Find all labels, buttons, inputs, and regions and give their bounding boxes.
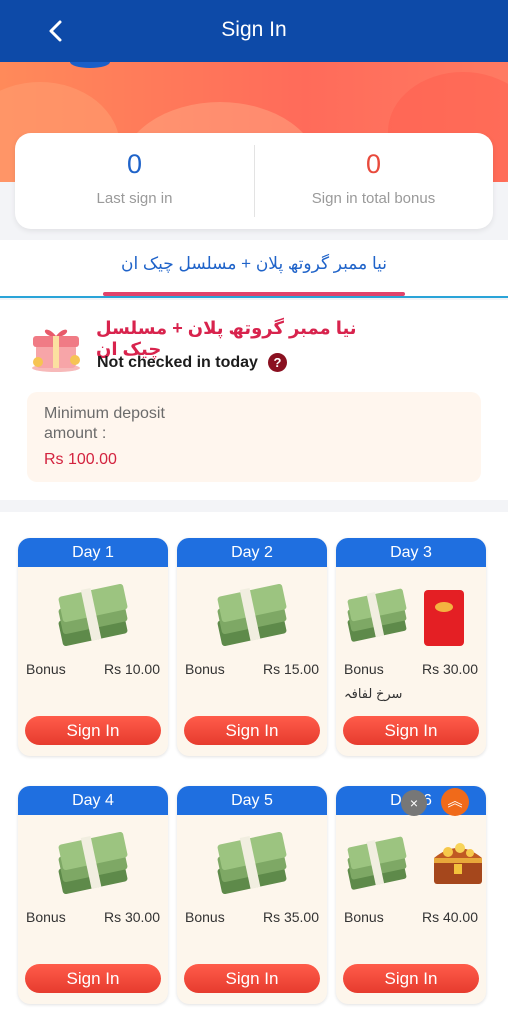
bonus-value: Rs 30.00 — [103, 909, 160, 925]
bonus-label: Bonus — [26, 661, 66, 677]
bonus-label: Bonus — [185, 661, 225, 677]
cash-stack-icon — [347, 588, 407, 642]
bonus-value: Rs 35.00 — [262, 909, 319, 925]
bonus-value: Rs 15.00 — [262, 661, 319, 677]
close-icon[interactable]: × — [401, 790, 427, 816]
treasure-chest-icon — [434, 843, 482, 884]
tab-active-indicator — [103, 292, 405, 296]
top-bar: Sign In — [0, 0, 508, 62]
day-card: Day 2 Bonus Rs 15.00 Sign In — [177, 538, 327, 756]
bonus-value: Rs 10.00 — [103, 661, 160, 677]
plan-panel: نیا ممبر گروتھ پلان + مسلسل چیک ان Not c… — [0, 300, 508, 500]
bonus-label: Bonus — [344, 661, 384, 677]
help-icon[interactable]: ? — [268, 353, 287, 372]
gift-box-icon — [32, 329, 80, 372]
minimum-deposit-box: Minimum deposit amount : Rs 100.00 — [27, 392, 481, 482]
day-card: Day 3 Bonus Rs 30.00 سرخ لفافہ Sign In — [336, 538, 486, 756]
bonus-value: Rs 40.00 — [421, 909, 478, 925]
bonus-label: Bonus — [185, 909, 225, 925]
minimum-deposit-label: Minimum deposit amount : — [44, 405, 165, 442]
cash-stack-icon — [58, 584, 128, 647]
stats-card: 0 Last sign in 0 Sign in total bonus — [15, 133, 493, 229]
day-card: Day 1 Bonus Rs 10.00 Sign In — [18, 538, 168, 756]
scroll-top-icon[interactable]: ︽ — [441, 788, 469, 816]
tab-growth-plan[interactable]: نیا ممبر گروتھ پلان + مسلسل چیک ان — [103, 254, 405, 296]
sign-in-button[interactable]: Sign In — [184, 964, 320, 993]
cash-stack-icon — [347, 836, 407, 890]
minimum-deposit-value: Rs 100.00 — [44, 451, 117, 468]
check-in-status: Not checked in today — [97, 354, 258, 371]
cash-stack-icon — [217, 584, 287, 647]
cash-stack-icon — [58, 832, 128, 895]
sign-in-button[interactable]: Sign In — [343, 964, 479, 993]
sign-in-button[interactable]: Sign In — [343, 716, 479, 745]
cash-stack-icon — [217, 832, 287, 895]
total-bonus-stat: 0 Sign in total bonus — [254, 133, 493, 229]
last-sign-in-stat: 0 Last sign in — [15, 133, 254, 229]
bonus-value: Rs 30.00 — [421, 661, 478, 677]
sign-in-button[interactable]: Sign In — [25, 964, 161, 993]
total-bonus-value: 0 — [365, 149, 382, 179]
day-label: Day 3 — [336, 538, 486, 567]
bonus-label: Bonus — [26, 909, 66, 925]
sign-in-button[interactable]: Sign In — [25, 716, 161, 745]
day-label: Day 5 — [177, 786, 327, 815]
day-card: Day 6 Bonus Rs 40.00 Sign In — [336, 786, 486, 1004]
day-card: Day 4 Bonus Rs 30.00 Sign In — [18, 786, 168, 1004]
sign-in-button[interactable]: Sign In — [184, 716, 320, 745]
last-sign-in-value: 0 — [126, 149, 143, 179]
tab-bar: نیا ممبر گروتھ پلان + مسلسل چیک ان — [0, 240, 508, 298]
red-envelope-icon — [424, 590, 464, 646]
page-title: Sign In — [221, 18, 287, 41]
day-cards-grid: Day 1 Bonus Rs 10.00 Sign In Day 2 Bonus… — [0, 512, 508, 1024]
bonus-extra: سرخ لفافہ — [344, 686, 403, 701]
day-label: Day 1 — [18, 538, 168, 567]
tab-label: نیا ممبر گروتھ پلان + مسلسل چیک ان — [121, 254, 387, 273]
total-bonus-label: Sign in total bonus — [311, 190, 436, 207]
day-card: Day 5 Bonus Rs 35.00 Sign In — [177, 786, 327, 1004]
hero-decoration — [70, 62, 110, 68]
day-label: Day 4 — [18, 786, 168, 815]
last-sign-in-label: Last sign in — [96, 190, 173, 207]
day-label: Day 2 — [177, 538, 327, 567]
bonus-label: Bonus — [344, 909, 384, 925]
